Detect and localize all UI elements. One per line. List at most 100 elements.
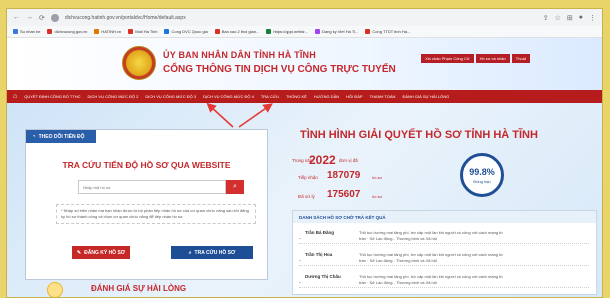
bookmark-favicon-icon <box>266 29 272 34</box>
url-field[interactable]: dichvucong.hatinh.gov.vn/portaldvc/Home/… <box>65 15 537 21</box>
tracking-card: ◔ THEO DÕI TIẾN ĐỘ TRA CỨU TIẾN ĐỘ HỒ SƠ… <box>25 129 268 280</box>
bookmark-item[interactable]: Bao cao 2 thoi gian... <box>214 29 260 34</box>
bookmark-label: Cong DVC Quoc gia <box>171 29 208 34</box>
site-info-icon[interactable] <box>50 13 59 22</box>
header-user-actions: Xin chào Phạm Công Cử Hồ sơ cá nhân Thoá… <box>421 54 530 63</box>
register-icon: ✎ <box>76 249 82 256</box>
search-icon: ⌕ <box>233 183 237 190</box>
bookmark-label: dichvucong.gov.vn <box>54 29 88 34</box>
lookup-icon: ⌕ <box>188 249 192 256</box>
list-item[interactable]: - Trần Bá Đăng Thủ tục hướng mai tăng ph… <box>299 227 589 244</box>
bookmark-label: HATINH.vn <box>101 29 122 34</box>
list-item-name: Trần Thị Hoa <box>305 252 333 257</box>
bookmarks-bar: Su nhan he dichvucong.gov.vn HATINH.vn Mail… <box>7 26 602 38</box>
bookmark-label: Su nhan he <box>20 29 41 34</box>
nav-item-lookup[interactable]: TRA CỨU <box>261 94 279 99</box>
bookmark-label: Mail Ha Tinh <box>135 29 158 34</box>
bookmark-item[interactable]: Mail Ha Tinh <box>128 29 157 34</box>
national-emblem-icon: ★ <box>122 46 156 80</box>
bookmark-favicon-icon <box>13 29 18 34</box>
tab-label: THEO DÕI TIẾN ĐỘ <box>38 133 85 140</box>
smiley-icon <box>47 282 63 297</box>
logout-button[interactable]: Thoát <box>511 54 530 63</box>
nav-item-satisfaction[interactable]: ĐÁNH GIÁ SỰ HÀI LÒNG <box>402 94 449 99</box>
site-header: ★ ỦY BAN NHÂN DÂN TỈNH HÀ TĨNH CỔNG THÔN… <box>7 38 602 90</box>
bullet-icon: - <box>299 236 301 242</box>
back-icon[interactable]: ← <box>13 14 20 21</box>
pending-list-heading: DANH SÁCH HỒ SƠ CHỜ TRẢ KẾT QUẢ <box>293 211 596 223</box>
emblem-star-icon: ★ <box>134 56 144 68</box>
bookmark-item[interactable]: Dang ky Viet Ha Ti... <box>315 29 358 34</box>
user-greeting-button[interactable]: Xin chào Phạm Công Cử <box>421 54 474 63</box>
bookmark-item[interactable]: Cong DVC Quoc gia <box>164 29 208 34</box>
bookmark-favicon-icon <box>128 29 134 34</box>
list-item-name: Dương Thị Châu <box>305 274 341 279</box>
received-value: 187079 <box>327 170 361 181</box>
ontime-ring: 99.8% Đúng hạn <box>460 153 504 197</box>
bookmark-favicon-icon <box>214 29 220 34</box>
bullet-icon: - <box>299 258 301 264</box>
processed-unit: hồ sơ <box>372 194 383 199</box>
ontime-value: 99.8% <box>469 167 495 177</box>
lookup-note: * Nhập số biên nhận mà bạn nhận được từ … <box>56 204 256 224</box>
bookmark-favicon-icon <box>315 29 321 34</box>
processed-value: 175607 <box>327 189 361 200</box>
satisfaction-banner[interactable]: ĐÁNH GIÁ SỰ HÀI LÒNG <box>47 280 247 297</box>
bookmark-item[interactable]: dichvucong.gov.vn <box>47 29 87 34</box>
list-item-desc: Thủ tục hướng mai tăng phí, trợ cấp một … <box>359 230 503 241</box>
lookup-button-label: TRA CỨU HỒ SƠ <box>194 249 236 256</box>
bookmark-favicon-icon <box>365 29 371 34</box>
nav-item-level-3[interactable]: DỊCH VỤ CÔNG MỨC ĐỘ 3 <box>145 94 196 99</box>
bookmark-item[interactable]: https://qppl.netbiz... <box>266 29 308 34</box>
file-code-input[interactable] <box>78 180 226 194</box>
stats-title: TÌNH HÌNH GIẢI QUYẾT HỒ SƠ TỈNH HÀ TĨNH <box>300 129 538 141</box>
header-portal-title: CỔNG THÔNG TIN DỊCH VỤ CÔNG TRỰC TUYẾN <box>163 64 396 75</box>
nav-item-guide[interactable]: HƯỚNG DẪN <box>314 94 339 99</box>
tab-track-progress[interactable]: ◔ THEO DÕI TIẾN ĐỘ <box>26 130 96 143</box>
forward-icon[interactable]: → <box>26 14 33 21</box>
list-item[interactable]: - Dương Thị Châu Thủ tục hướng mai tăng … <box>299 271 589 288</box>
track-icon: ◔ <box>32 133 36 140</box>
screenshot-frame: ← → ⟳ dichvucong.hatinh.gov.vn/portaldvc… <box>6 8 603 298</box>
ontime-label: Đúng hạn <box>473 179 491 184</box>
menu-icon[interactable]: ⋮ <box>589 14 596 22</box>
bookmark-label: https://qppl.netbiz... <box>273 29 309 34</box>
nav-item-level-2[interactable]: DỊCH VỤ CÔNG MỨC ĐỘ 2 <box>88 94 139 99</box>
home-icon[interactable]: ⌂ <box>13 93 17 100</box>
reload-icon[interactable]: ⟳ <box>39 14 45 22</box>
bookmark-item[interactable]: Cong TTDT tinh Ha... <box>365 29 410 34</box>
profile-button[interactable]: Hồ sơ cá nhân <box>475 54 510 63</box>
register-file-button[interactable]: ✎ ĐĂNG KÝ HỒ SƠ <box>72 246 130 259</box>
stats-year: 2022 <box>309 153 336 167</box>
nav-item-payment[interactable]: THANH TOÁN <box>370 94 396 99</box>
bookmark-item[interactable]: HATINH.vn <box>94 29 121 34</box>
register-button-label: ĐĂNG KÝ HỒ SƠ <box>84 249 126 256</box>
share-icon[interactable]: ⇪ <box>543 14 549 22</box>
extensions-icon[interactable]: ⊞ <box>567 14 573 22</box>
satisfaction-banner-text: ĐÁNH GIÁ SỰ HÀI LÒNG <box>91 284 187 293</box>
bookmark-item[interactable]: Su nhan he <box>13 29 40 34</box>
nav-item-faq[interactable]: HỎI ĐÁP <box>346 94 362 99</box>
processed-label: Đã xử lý <box>298 194 315 199</box>
browser-address-bar: ← → ⟳ dichvucong.hatinh.gov.vn/portaldvc… <box>7 9 602 26</box>
list-item-name: Trần Bá Đăng <box>305 230 335 235</box>
bookmark-label: Bao cao 2 thoi gian... <box>221 29 260 34</box>
main-nav: ⌂ QUYẾT ĐỊNH CÔNG BỐ TTHC DỊCH VỤ CÔNG M… <box>7 90 602 103</box>
bookmark-favicon-icon <box>94 29 100 34</box>
lookup-search-row: ⌕ <box>78 180 244 194</box>
search-button[interactable]: ⌕ <box>226 180 244 194</box>
nav-item-level-4[interactable]: DỊCH VỤ CÔNG MỨC ĐỘ 4 <box>203 94 254 99</box>
lookup-file-button[interactable]: ⌕ TRA CỨU HỒ SƠ <box>171 246 253 259</box>
received-label: Tiếp nhận <box>298 175 318 180</box>
received-unit: hồ sơ <box>372 175 383 180</box>
star-icon[interactable]: ☆ <box>555 14 561 22</box>
bookmark-favicon-icon <box>164 29 170 34</box>
list-item-desc: Thủ tục hướng mai tăng phí, trợ cấp một … <box>359 274 503 285</box>
nav-item-decision[interactable]: QUYẾT ĐỊNH CÔNG BỐ TTHC <box>24 94 80 99</box>
nav-item-statistics[interactable]: THỐNG KÊ <box>286 94 307 99</box>
bookmark-favicon-icon <box>47 29 53 34</box>
profile-icon[interactable]: ● <box>579 14 583 21</box>
pending-results-list: DANH SÁCH HỒ SƠ CHỜ TRẢ KẾT QUẢ - Trần B… <box>292 210 597 295</box>
list-item[interactable]: - Trần Thị Hoa Thủ tục hướng mai tăng ph… <box>299 249 589 266</box>
year-suffix: đơn vị đã <box>339 158 358 163</box>
